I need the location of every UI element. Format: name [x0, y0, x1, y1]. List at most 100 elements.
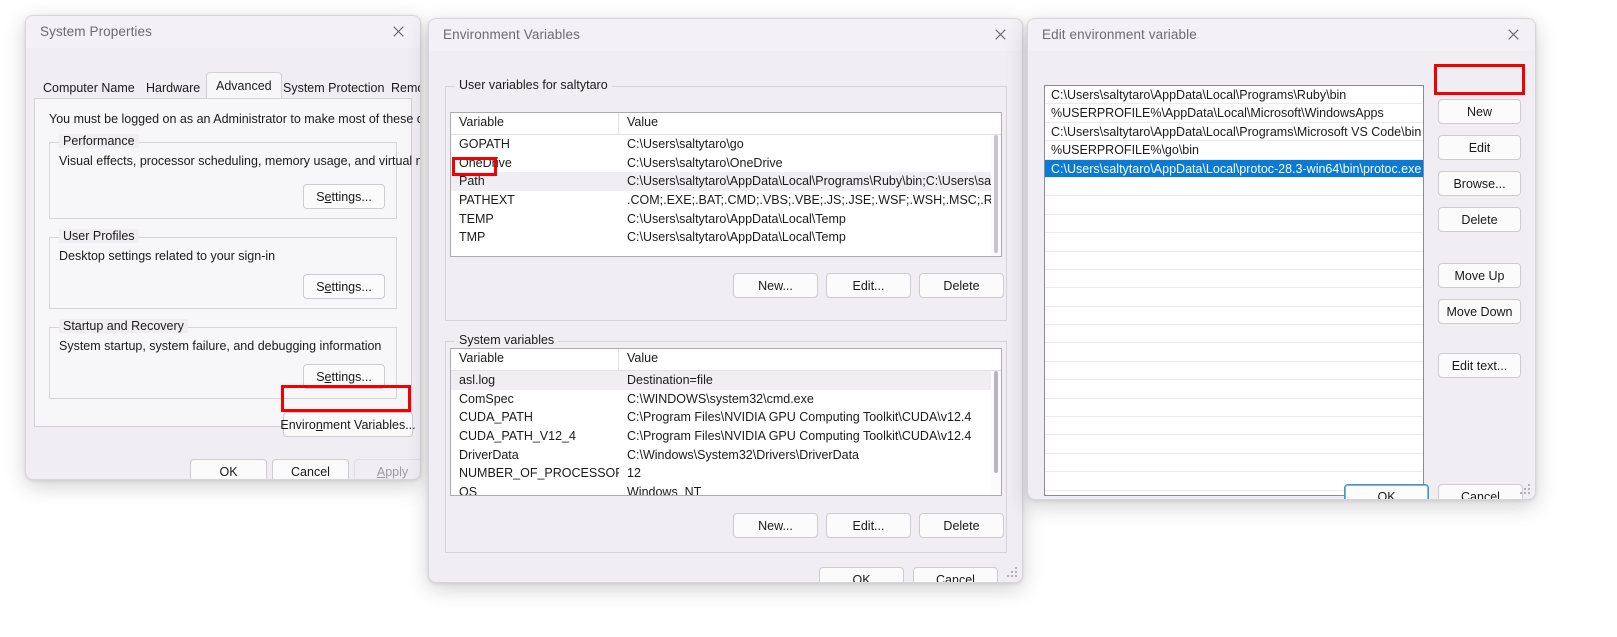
list-item[interactable]: C:\Users\saltytaro\AppData\Local\Program… — [1045, 86, 1423, 105]
list-item-empty[interactable] — [1045, 307, 1423, 326]
cell-value: C:\Program Files\NVIDIA GPU Computing To… — [627, 410, 972, 425]
list-item-empty[interactable] — [1045, 252, 1423, 270]
move-up-button[interactable]: Move Up — [1438, 263, 1521, 288]
cell-variable: TMP — [459, 230, 486, 245]
tab-advanced[interactable]: Advanced — [206, 72, 282, 98]
button-label: Edit text... — [1451, 358, 1508, 373]
list-item-empty[interactable] — [1045, 178, 1423, 197]
column-header-variable[interactable]: Variable — [451, 113, 619, 134]
user-profiles-group: User Profiles Desktop settings related t… — [49, 229, 397, 309]
button-label: Settings... — [316, 369, 372, 384]
cell-value: C:\Users\saltytaro\AppData\Local\Temp — [627, 211, 846, 226]
cell-variable: CUDA_PATH — [459, 410, 533, 425]
list-item-empty[interactable] — [1045, 215, 1423, 234]
close-icon[interactable] — [376, 16, 420, 47]
edit-environment-variable-ok-button[interactable]: OK — [1344, 484, 1429, 499]
list-item-empty[interactable] — [1045, 270, 1423, 289]
table-row[interactable]: TMP C:\Users\saltytaro\AppData\Local\Tem… — [451, 228, 1001, 247]
list-item-empty[interactable] — [1045, 325, 1423, 344]
list-item-empty[interactable] — [1045, 417, 1423, 436]
path-entries-list[interactable]: C:\Users\saltytaro\AppData\Local\Program… — [1044, 85, 1424, 496]
list-item-empty[interactable] — [1045, 362, 1423, 381]
table-row[interactable]: CUDA_PATH_V12_4 C:\Program Files\NVIDIA … — [451, 427, 1001, 446]
resize-grip[interactable] — [1520, 484, 1532, 496]
table-row[interactable]: OneDrive C:\Users\saltytaro\OneDrive — [451, 154, 1001, 173]
edit-environment-variable-cancel-button[interactable]: Cancel — [1438, 484, 1523, 499]
system-variables-new-button[interactable]: New... — [733, 513, 818, 538]
table-row[interactable]: TEMP C:\Users\saltytaro\AppData\Local\Te… — [451, 209, 1001, 228]
new-path-button[interactable]: New — [1438, 99, 1521, 124]
list-item[interactable]: %USERPROFILE%\go\bin — [1045, 141, 1423, 160]
list-item-empty[interactable] — [1045, 288, 1423, 307]
cell-variable: NUMBER_OF_PROCESSORS — [459, 466, 619, 481]
cell-variable: OneDrive — [459, 155, 512, 170]
edit-text-button[interactable]: Edit text... — [1438, 353, 1521, 378]
table-row[interactable]: PATHEXT .COM;.EXE;.BAT;.CMD;.VBS;.VBE;.J… — [451, 191, 1001, 210]
system-variables-body: asl.log Destination=file ComSpec C:\WIND… — [451, 371, 1001, 495]
user-variables-edit-button[interactable]: Edit... — [826, 273, 911, 298]
system-variables-delete-button[interactable]: Delete — [919, 513, 1004, 538]
edit-environment-variable-title: Edit environment variable — [1042, 27, 1197, 42]
performance-settings-button[interactable]: Settings... — [303, 184, 385, 209]
move-down-button[interactable]: Move Down — [1438, 299, 1521, 324]
startup-recovery-settings-button[interactable]: Settings... — [303, 364, 385, 389]
browse-path-button[interactable]: Browse... — [1438, 171, 1521, 196]
column-header-variable[interactable]: Variable — [451, 349, 619, 370]
table-row[interactable]: CUDA_PATH C:\Program Files\NVIDIA GPU Co… — [451, 408, 1001, 427]
list-item-empty[interactable] — [1045, 399, 1423, 418]
list-item-empty[interactable] — [1045, 435, 1423, 454]
list-item-empty[interactable] — [1045, 233, 1423, 252]
tab-remote[interactable]: Remote — [382, 77, 420, 98]
button-label: New... — [758, 278, 793, 293]
environment-variables-ok-button[interactable]: OK — [819, 567, 904, 582]
edit-path-button[interactable]: Edit — [1438, 135, 1521, 160]
tab-computer-name[interactable]: Computer Name — [34, 77, 144, 98]
system-variables-edit-button[interactable]: Edit... — [826, 513, 911, 538]
user-variables-delete-button[interactable]: Delete — [919, 273, 1004, 298]
table-row[interactable]: ComSpec C:\WINDOWS\system32\cmd.exe — [451, 390, 1001, 409]
user-variables-scrollbar[interactable] — [991, 135, 1001, 255]
column-header-value[interactable]: Value — [619, 113, 993, 134]
system-variables-listview[interactable]: Variable Value asl.log Destination=file … — [450, 348, 1002, 496]
table-row-path[interactable]: Path C:\Users\saltytaro\AppData\Local\Pr… — [451, 172, 1001, 191]
table-row[interactable]: NUMBER_OF_PROCESSORS 12 — [451, 464, 1001, 483]
column-header-value[interactable]: Value — [619, 349, 993, 370]
system-properties-title: System Properties — [40, 24, 152, 39]
cell-variable: Path — [459, 174, 485, 189]
environment-variables-button[interactable]: Environment Variables... — [280, 412, 416, 437]
table-row[interactable]: asl.log Destination=file — [451, 371, 1001, 390]
list-item-selected[interactable]: C:\Users\saltytaro\AppData\Local\protoc-… — [1045, 159, 1423, 178]
close-icon[interactable] — [978, 19, 1022, 50]
performance-group-label: Performance — [59, 134, 139, 148]
user-variables-listview[interactable]: Variable Value GOPATH C:\Users\saltytaro… — [450, 112, 1002, 257]
user-profiles-settings-button[interactable]: Settings... — [303, 274, 385, 299]
button-label: Cancel — [936, 572, 975, 583]
list-item-empty[interactable] — [1045, 380, 1423, 399]
resize-grip[interactable] — [1007, 567, 1019, 579]
system-variables-scrollbar[interactable] — [991, 371, 1001, 494]
environment-variables-cancel-button[interactable]: Cancel — [913, 567, 998, 583]
table-row[interactable]: DriverData C:\Windows\System32\Drivers\D… — [451, 445, 1001, 464]
system-properties-cancel-button[interactable]: Cancel — [272, 459, 349, 479]
button-label: Move Up — [1454, 268, 1505, 283]
table-row[interactable]: OS Windows_NT — [451, 483, 1001, 495]
system-properties-apply-button[interactable]: Apply — [354, 459, 420, 479]
button-label: New... — [758, 518, 793, 533]
tab-hardware[interactable]: Hardware — [137, 77, 209, 98]
close-icon[interactable] — [1491, 19, 1535, 50]
admin-notice: You must be logged on as an Administrato… — [49, 112, 420, 126]
delete-path-button[interactable]: Delete — [1438, 207, 1521, 232]
table-row[interactable]: GOPATH C:\Users\saltytaro\go — [451, 135, 1001, 154]
list-item[interactable]: %USERPROFILE%\AppData\Local\Microsoft\Wi… — [1045, 104, 1423, 123]
cell-value: C:\Users\saltytaro\AppData\Local\Temp — [627, 230, 846, 245]
cell-variable: TEMP — [459, 211, 494, 226]
cell-value: .COM;.EXE;.BAT;.CMD;.VBS;.VBE;.JS;.JSE;.… — [627, 193, 993, 208]
list-item-empty[interactable] — [1045, 454, 1423, 473]
user-variables-new-button[interactable]: New... — [733, 273, 818, 298]
list-item-empty[interactable] — [1045, 196, 1423, 215]
list-item[interactable]: C:\Users\saltytaro\AppData\Local\Program… — [1045, 123, 1423, 142]
tab-system-protection[interactable]: System Protection — [274, 77, 393, 98]
cell-value: C:\Users\saltytaro\OneDrive — [627, 155, 783, 170]
list-item-empty[interactable] — [1045, 343, 1423, 362]
system-properties-ok-button[interactable]: OK — [190, 459, 267, 479]
